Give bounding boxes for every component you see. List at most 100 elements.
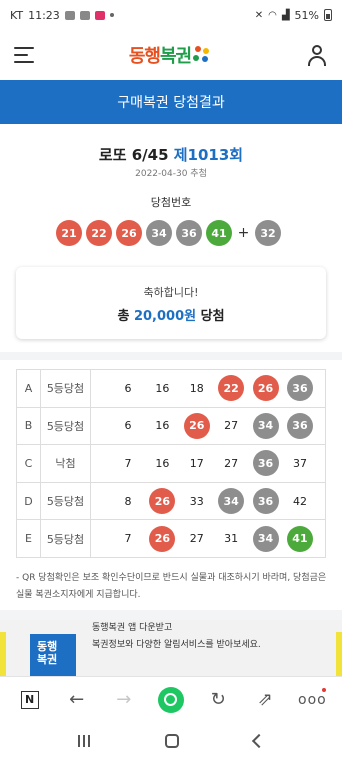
ticket-numbers: 7 16 17 27 36 37 xyxy=(90,444,326,483)
winning-ball: 41 xyxy=(206,220,232,246)
battery-icon xyxy=(324,9,332,21)
app-download-banner[interactable]: 동행 복권 동행복권 앱 다운받고 복권정보와 다양한 알림서비스를 받아보세요… xyxy=(0,620,342,676)
ticket-label: B xyxy=(16,406,41,446)
naver-n-icon: N xyxy=(20,690,39,709)
ticket-number: 18 xyxy=(189,381,204,395)
ticket-number: 16 xyxy=(155,419,170,433)
ticket-number: 17 xyxy=(189,456,204,470)
winning-numbers-label: 당첨번호 xyxy=(150,196,192,209)
app-logo-text-1: 동행 xyxy=(37,640,58,653)
ticket-numbers: 6 16 18 22 26 36 xyxy=(90,369,326,408)
congrats-message: 축하합니다! xyxy=(143,286,199,299)
ticket-number: 6 xyxy=(124,419,132,433)
home-icon[interactable] xyxy=(164,734,179,748)
menu-icon[interactable] xyxy=(14,47,34,63)
ticket-rank: 낙첨 xyxy=(40,444,91,483)
more-options-icon[interactable]: ooo xyxy=(297,685,327,715)
page-title-banner: 구매복권 당첨결과 xyxy=(0,80,342,124)
ticket-number: 16 xyxy=(155,456,170,470)
ticket-row: C 낙첨 7 16 17 27 36 37 xyxy=(16,444,326,483)
user-icon[interactable] xyxy=(306,44,328,66)
winning-ball: 21 xyxy=(56,220,82,246)
matched-number: 36 xyxy=(252,450,279,477)
ticket-rank: 5등당첨 xyxy=(40,481,91,521)
ticket-row: D 5등당첨 8 26 33 34 36 42 xyxy=(16,481,326,521)
share-icon[interactable]: ⇗ xyxy=(250,685,280,715)
ticket-number: 27 xyxy=(224,419,239,433)
browser-toolbar: N ← → ↻ ⇗ ooo xyxy=(0,676,342,722)
back-icon[interactable] xyxy=(252,733,267,749)
reload-icon[interactable]: ↻ xyxy=(203,685,233,715)
matched-number: 26 xyxy=(183,412,210,439)
ticket-section: A 5등당첨 6 16 18 22 26 36 B 5등당첨 6 16 26 27 34 36 C 낙첨 7 16 17… xyxy=(0,360,342,610)
matched-number: 26 xyxy=(149,488,176,515)
plus-sign: + xyxy=(237,225,250,241)
ticket-label: E xyxy=(16,519,41,558)
green-dot-home-icon[interactable] xyxy=(156,685,186,715)
ticket-number: 16 xyxy=(155,381,170,395)
ticket-row: B 5등당첨 6 16 26 27 34 36 xyxy=(16,406,326,446)
ticket-number: 27 xyxy=(189,532,204,546)
matched-number: 34 xyxy=(252,412,279,439)
prize-suffix: 당첨 xyxy=(200,309,225,324)
naver-home-button[interactable]: N xyxy=(15,685,45,715)
ticket-number: 7 xyxy=(124,532,132,546)
bonus-ball: 32 xyxy=(255,220,281,246)
ticket-rank: 5등당첨 xyxy=(40,406,91,446)
congrats-box: 축하합니다! 총 20,000원 당첨 xyxy=(16,267,326,339)
app-banner-line1: 동행복권 앱 다운받고 xyxy=(92,623,173,633)
app-notification-icon xyxy=(94,10,105,20)
winning-ball: 26 xyxy=(116,220,142,246)
more-notifications-icon xyxy=(109,13,114,17)
ticket-number: 27 xyxy=(224,456,239,470)
round-number: 제1013회 xyxy=(173,146,244,164)
ticket-row: A 5등당첨 6 16 18 22 26 36 xyxy=(16,369,326,408)
logo-text: 동행복권 xyxy=(128,46,192,67)
forward-arrow-icon[interactable]: → xyxy=(109,685,139,715)
gallery-notification-icon xyxy=(64,10,75,20)
battery-percent: 51% xyxy=(294,8,319,22)
wifi-icon: ◠ xyxy=(268,9,277,21)
matched-number: 26 xyxy=(252,375,279,402)
mute-icon: ✕ xyxy=(254,9,264,21)
ticket-table: A 5등당첨 6 16 18 22 26 36 B 5등당첨 6 16 26 27 34 36 C 낙첨 7 16 17… xyxy=(16,369,326,558)
prize-amount: 20,000원 xyxy=(133,309,197,324)
matched-number: 36 xyxy=(286,375,313,402)
back-arrow-icon[interactable]: ← xyxy=(62,685,92,715)
winning-ball: 22 xyxy=(86,220,112,246)
signal-icon: ▟ xyxy=(281,9,290,21)
app-logo: 동행 복권 xyxy=(30,634,76,676)
prize-prefix: 총 xyxy=(117,309,130,324)
matched-number: 34 xyxy=(218,488,245,515)
winning-numbers: 21 22 26 34 36 41 +32 xyxy=(56,220,281,246)
ticket-number: 37 xyxy=(292,456,307,470)
ticket-number: 42 xyxy=(292,494,307,508)
ticket-numbers: 7 26 27 31 34 41 xyxy=(90,519,326,558)
ticket-numbers: 8 26 33 34 36 42 xyxy=(90,481,326,521)
winning-ball: 36 xyxy=(176,220,202,246)
ticket-label: A xyxy=(16,369,41,408)
app-banner-line2: 복권정보와 다양한 알림서비스를 받아보세요. xyxy=(92,640,261,650)
clock: 11:23 xyxy=(28,8,60,22)
matched-number: 36 xyxy=(286,412,313,439)
system-nav-bar xyxy=(0,722,342,760)
matched-number: 34 xyxy=(252,525,279,552)
ticket-numbers: 6 16 26 27 34 36 xyxy=(90,406,326,446)
ticket-row: E 5등당첨 7 26 27 31 34 41 xyxy=(16,519,326,558)
matched-number: 22 xyxy=(218,375,245,402)
ticket-rank: 5등당첨 xyxy=(40,519,91,558)
recent-apps-icon[interactable] xyxy=(77,735,90,747)
game-name: 로또 6/45 xyxy=(98,146,169,164)
ticket-number: 33 xyxy=(189,494,204,508)
ticket-label: C xyxy=(16,444,41,483)
qr-notice: - QR 당첨확인은 보조 확인수단이므로 반드시 실물과 대조하시기 바라며,… xyxy=(16,573,327,600)
ticket-number: 8 xyxy=(124,494,132,508)
ticket-rank: 5등당첨 xyxy=(40,369,91,408)
app-logo-text-2: 복권 xyxy=(37,653,58,666)
donghaeng-logo[interactable]: 동행복권 xyxy=(129,42,211,68)
more-label: ooo xyxy=(298,691,327,708)
ticket-label: D xyxy=(16,481,41,521)
message-notification-icon xyxy=(79,10,90,20)
ticket-number: 6 xyxy=(124,381,132,395)
app-header: 동행복권 xyxy=(0,30,342,80)
